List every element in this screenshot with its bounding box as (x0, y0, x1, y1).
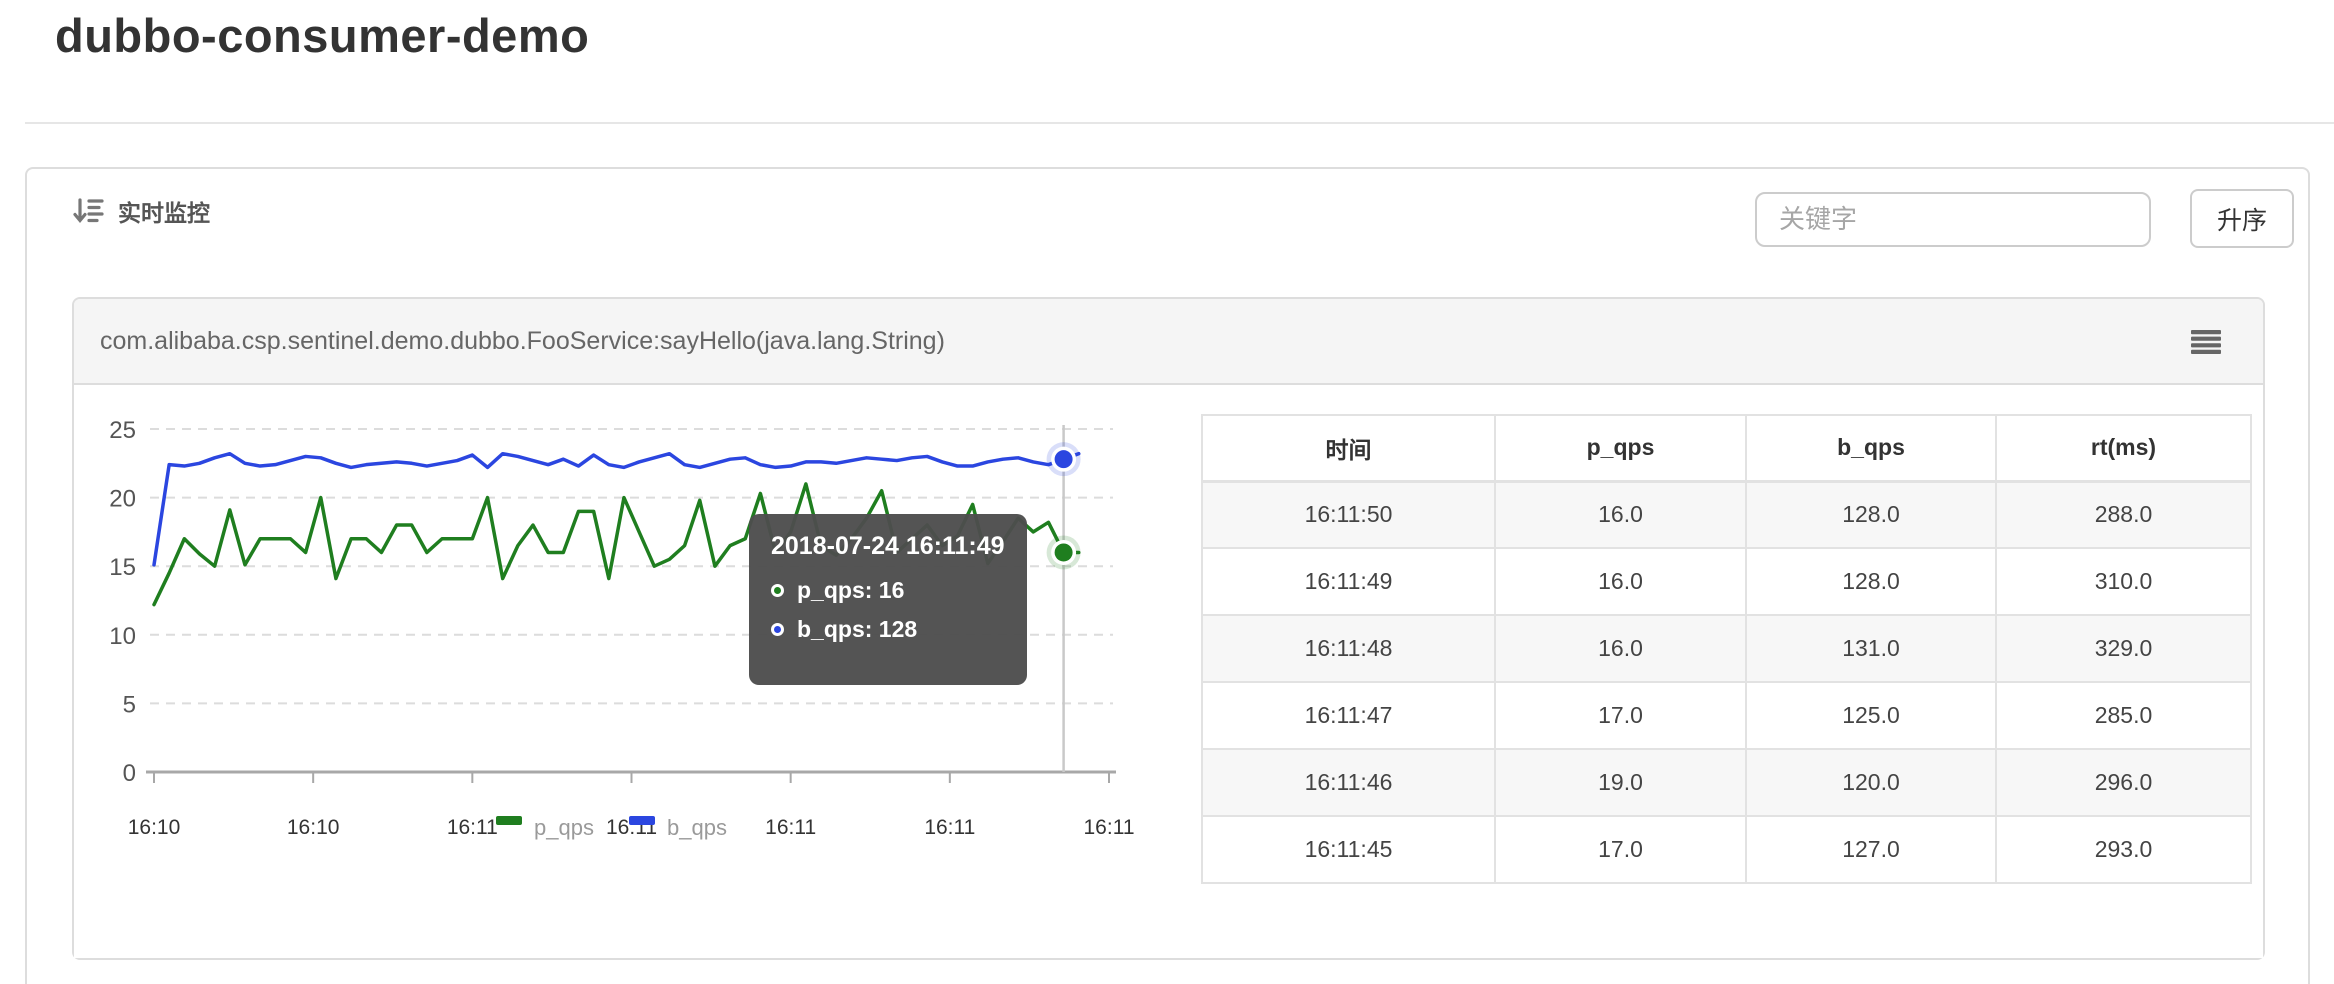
table-row: 16:11:4717.0125.0285.0 (1202, 682, 2251, 749)
realtime-monitor-card: 实时监控 升序 com.alibaba.csp.sentinel.demo.du… (25, 167, 2310, 984)
title-divider (25, 122, 2334, 124)
menu-icon[interactable] (2191, 330, 2221, 354)
y-axis-label: 20 (109, 486, 136, 513)
table-header-row: 时间p_qpsb_qpsrt(ms) (1202, 415, 2251, 481)
table-header-cell: rt(ms) (1996, 415, 2251, 481)
table-row: 16:11:4916.0128.0310.0 (1202, 548, 2251, 615)
table-cell: 128.0 (1746, 481, 1996, 548)
table-cell: 16:11:49 (1202, 548, 1495, 615)
x-axis-label: 16:11 (447, 816, 498, 839)
table-header-cell: 时间 (1202, 415, 1495, 481)
tooltip-item-p_qps: p_qps: 16 (771, 577, 1005, 604)
y-axis-label: 25 (109, 417, 136, 444)
resource-name: com.alibaba.csp.sentinel.demo.dubbo.FooS… (100, 327, 945, 356)
x-axis-label: 16:11 (765, 816, 816, 839)
table-cell: 16.0 (1495, 548, 1746, 615)
y-axis-label: 10 (109, 623, 136, 650)
table-cell: 285.0 (1996, 682, 2251, 749)
x-axis-label: 16:11 (1084, 816, 1135, 839)
y-axis-label: 5 (123, 691, 136, 718)
app-root: dubbo-consumer-demo 实时监控 升序 com.alibaba.… (0, 0, 2334, 984)
table-cell: 288.0 (1996, 481, 2251, 548)
hover-dot-b_qps (1055, 450, 1073, 468)
table-cell: 16:11:45 (1202, 816, 1495, 883)
tooltip-bullet-icon (771, 623, 784, 636)
page-title: dubbo-consumer-demo (55, 8, 589, 63)
tooltip-title: 2018-07-24 16:11:49 (771, 532, 1005, 561)
table-cell: 16.0 (1495, 481, 1746, 548)
table-row: 16:11:4517.0127.0293.0 (1202, 816, 2251, 883)
qps-line-chart[interactable]: 0 5 10 15 20 25 16:10 16:10 16:11 16:11 16:11 16:11… (74, 385, 1224, 958)
table-cell: 293.0 (1996, 816, 2251, 883)
legend-swatch (629, 816, 655, 825)
legend-label: p_qps (534, 815, 594, 840)
metrics-table: 时间p_qpsb_qpsrt(ms) 16:11:5016.0128.0288.… (1201, 414, 2252, 884)
tooltip-item-b_qps: b_qps: 128 (771, 616, 1005, 643)
resource-panel: com.alibaba.csp.sentinel.demo.dubbo.FooS… (72, 297, 2265, 960)
table-cell: 17.0 (1495, 816, 1746, 883)
table-cell: 125.0 (1746, 682, 1996, 749)
legend-label: b_qps (667, 815, 727, 840)
table-header-cell: p_qps (1495, 415, 1746, 481)
table-cell: 19.0 (1495, 749, 1746, 816)
table-row: 16:11:4619.0120.0296.0 (1202, 749, 2251, 816)
y-axis-label: 0 (123, 760, 136, 787)
tooltip-bullet-icon (771, 584, 784, 597)
table-cell: 128.0 (1746, 548, 1996, 615)
resource-panel-header: com.alibaba.csp.sentinel.demo.dubbo.FooS… (74, 299, 2263, 385)
table-cell: 17.0 (1495, 682, 1746, 749)
x-axis-label: 16:10 (287, 816, 340, 839)
x-axis-label: 16:10 (128, 816, 181, 839)
table-cell: 16:11:47 (1202, 682, 1495, 749)
table-header-cell: b_qps (1746, 415, 1996, 481)
tooltip-items: p_qps: 16 b_qps: 128 (771, 577, 1005, 643)
tooltip-item-text: p_qps: 16 (797, 577, 904, 604)
legend-swatch (496, 816, 522, 825)
table-cell: 16:11:50 (1202, 481, 1495, 548)
table-cell: 16.0 (1495, 615, 1746, 682)
table-cell: 310.0 (1996, 548, 2251, 615)
table-cell: 131.0 (1746, 615, 1996, 682)
table-cell: 127.0 (1746, 816, 1996, 883)
table-cell: 16:11:48 (1202, 615, 1495, 682)
section-title: 实时监控 (118, 194, 210, 228)
table-cell: 329.0 (1996, 615, 2251, 682)
y-axis-label: 15 (109, 554, 136, 581)
resource-panel-body: 0 5 10 15 20 25 16:10 16:10 16:11 16:11 16:11 16:11… (74, 385, 2263, 958)
table-cell: 120.0 (1746, 749, 1996, 816)
chart-tooltip: 2018-07-24 16:11:49 p_qps: 16 b_qps: 128 (749, 514, 1027, 685)
table-row: 16:11:4816.0131.0329.0 (1202, 615, 2251, 682)
keyword-search-input[interactable] (1755, 192, 2151, 247)
sort-amount-icon (72, 195, 104, 227)
x-axis-label: 16:11 (924, 816, 975, 839)
tooltip-item-text: b_qps: 128 (797, 616, 917, 643)
sort-ascending-button[interactable]: 升序 (2190, 189, 2294, 248)
card-header: 实时监控 (72, 194, 210, 228)
table-row: 16:11:5016.0128.0288.0 (1202, 481, 2251, 548)
table-cell: 296.0 (1996, 749, 2251, 816)
table-cell: 16:11:46 (1202, 749, 1495, 816)
hover-dot-p_qps (1055, 543, 1073, 561)
